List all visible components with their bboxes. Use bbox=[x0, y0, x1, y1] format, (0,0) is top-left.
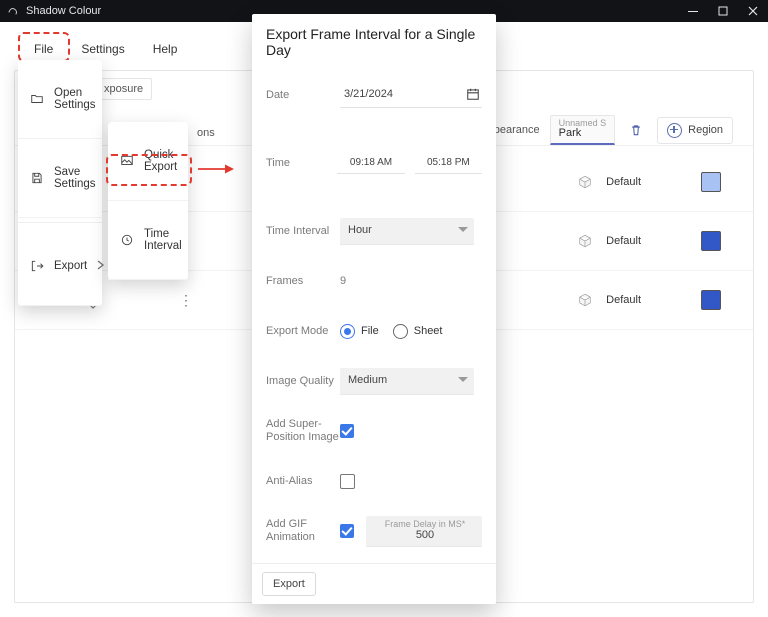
checkbox-superpos[interactable] bbox=[340, 424, 354, 438]
panel-footer: Export bbox=[252, 563, 496, 604]
quality-select[interactable]: Medium bbox=[340, 368, 474, 395]
superpos-row: Add Super-Position Image bbox=[252, 406, 496, 456]
color-swatch[interactable] bbox=[701, 172, 721, 192]
interval-value: Hour bbox=[348, 224, 372, 236]
chevron-right-icon bbox=[97, 260, 105, 273]
mode-label: Export Mode bbox=[266, 325, 340, 337]
date-row: Date 3/21/2024 bbox=[252, 70, 496, 120]
quality-label: Image Quality bbox=[266, 375, 340, 387]
submenu-label: Time Interval bbox=[144, 228, 182, 252]
interval-row: Time Interval Hour bbox=[252, 206, 496, 256]
date-label: Date bbox=[266, 89, 340, 101]
gif-delay-title: Frame Delay in MS* bbox=[385, 519, 466, 529]
export-button-label: Export bbox=[273, 578, 305, 590]
save-icon bbox=[30, 171, 44, 185]
frames-value: 9 bbox=[340, 275, 346, 287]
menu-settings[interactable]: Settings bbox=[77, 40, 128, 58]
antialias-label: Anti-Alias bbox=[266, 475, 340, 487]
menu-file[interactable]: File bbox=[30, 40, 57, 58]
menubar: File Settings Help bbox=[8, 40, 181, 58]
submenu-time-interval[interactable]: Time Interval bbox=[108, 201, 188, 280]
export-submenu: Quick Export Time Interval bbox=[108, 122, 188, 280]
folder-open-icon bbox=[30, 92, 44, 106]
radio-label: Sheet bbox=[414, 325, 443, 337]
time-row: Time 09:18 AM 05:18 PM bbox=[252, 138, 496, 188]
interval-label: Time Interval bbox=[266, 225, 340, 237]
color-swatch[interactable] bbox=[701, 290, 721, 310]
row-name: Default bbox=[606, 235, 641, 247]
menu-item-label: Open Settings bbox=[54, 87, 96, 111]
gif-delay-field[interactable]: Frame Delay in MS* 500 bbox=[366, 516, 482, 547]
time-start-field[interactable]: 09:18 AM bbox=[337, 153, 404, 174]
radio-label: File bbox=[361, 325, 379, 337]
cube-icon bbox=[578, 175, 592, 189]
close-button[interactable] bbox=[738, 0, 768, 22]
plus-icon bbox=[667, 123, 682, 138]
checkbox-gif[interactable] bbox=[340, 524, 354, 538]
submenu-quick-export[interactable]: Quick Export bbox=[108, 122, 188, 201]
superpos-label: Add Super-Position Image bbox=[266, 418, 340, 444]
export-icon bbox=[30, 259, 44, 273]
radio-file[interactable]: File bbox=[340, 324, 379, 339]
gif-row: Add GIFAnimation Frame Delay in MS* 500 bbox=[252, 506, 496, 556]
add-region-button[interactable]: Region bbox=[657, 117, 733, 144]
frames-label: Frames bbox=[266, 275, 340, 287]
time-end-field[interactable]: 05:18 PM bbox=[415, 153, 482, 174]
checkbox-antialias[interactable] bbox=[340, 474, 355, 489]
file-menu: Open Settings Save Settings Export bbox=[18, 60, 102, 306]
gif-delay-value: 500 bbox=[416, 529, 434, 541]
cube-icon bbox=[578, 234, 592, 248]
row-name: Default bbox=[606, 294, 641, 306]
minimize-button[interactable] bbox=[678, 0, 708, 22]
clock-icon bbox=[120, 233, 134, 247]
menu-item-export[interactable]: Export bbox=[18, 227, 102, 306]
cube-icon bbox=[578, 293, 592, 307]
selected-region-tab[interactable]: Unnamed S Park bbox=[550, 115, 616, 145]
quality-value: Medium bbox=[348, 374, 387, 386]
time-label: Time bbox=[266, 157, 337, 169]
unnamed-value: Park bbox=[559, 128, 607, 139]
tab-partial[interactable]: ons bbox=[193, 121, 219, 145]
submenu-label: Quick Export bbox=[144, 149, 177, 173]
date-field[interactable]: 3/21/2024 bbox=[340, 83, 482, 108]
menu-item-label: Export bbox=[54, 260, 87, 272]
menu-separator bbox=[18, 222, 102, 223]
window-controls bbox=[678, 0, 768, 22]
export-button[interactable]: Export bbox=[262, 572, 316, 596]
delete-button[interactable] bbox=[625, 119, 647, 141]
interval-select[interactable]: Hour bbox=[340, 218, 474, 245]
row-name: Default bbox=[606, 176, 641, 188]
menu-help[interactable]: Help bbox=[149, 40, 182, 58]
export-form: Date 3/21/2024 Time 09:18 AM 05:18 PM Ti… bbox=[252, 70, 496, 563]
antialias-row: Anti-Alias bbox=[252, 456, 496, 506]
row-menu[interactable]: ⋮ bbox=[179, 298, 193, 302]
window-title: Shadow Colour bbox=[26, 5, 101, 17]
calendar-icon[interactable] bbox=[466, 87, 480, 101]
menu-item-open-settings[interactable]: Open Settings bbox=[18, 60, 102, 139]
radio-sheet[interactable]: Sheet bbox=[393, 324, 443, 339]
image-icon bbox=[120, 154, 134, 168]
right-controls: Appearance Unnamed S Park Region bbox=[480, 115, 733, 145]
radio-dot-icon bbox=[393, 324, 408, 339]
panel-title: Export Frame Interval for a Single Day bbox=[266, 26, 482, 58]
shadow-row: Shadow AreaCalculation bbox=[252, 556, 496, 563]
export-panel: Export Frame Interval for a Single Day D… bbox=[252, 14, 496, 604]
menu-item-save-settings[interactable]: Save Settings bbox=[18, 139, 102, 218]
radio-dot-icon bbox=[340, 324, 355, 339]
color-swatch[interactable] bbox=[701, 231, 721, 251]
exposure-chip[interactable]: xposure bbox=[95, 78, 152, 100]
gif-label: Add GIFAnimation bbox=[266, 518, 340, 544]
app-icon bbox=[6, 4, 20, 18]
mode-row: Export Mode File Sheet bbox=[252, 306, 496, 356]
frames-row: Frames 9 bbox=[252, 256, 496, 306]
menu-item-label: Save Settings bbox=[54, 166, 96, 190]
chevron-down-icon bbox=[458, 377, 468, 382]
region-label: Region bbox=[688, 124, 723, 136]
maximize-button[interactable] bbox=[708, 0, 738, 22]
quality-row: Image Quality Medium bbox=[252, 356, 496, 406]
date-value: 3/21/2024 bbox=[344, 88, 393, 100]
chevron-down-icon bbox=[458, 227, 468, 232]
